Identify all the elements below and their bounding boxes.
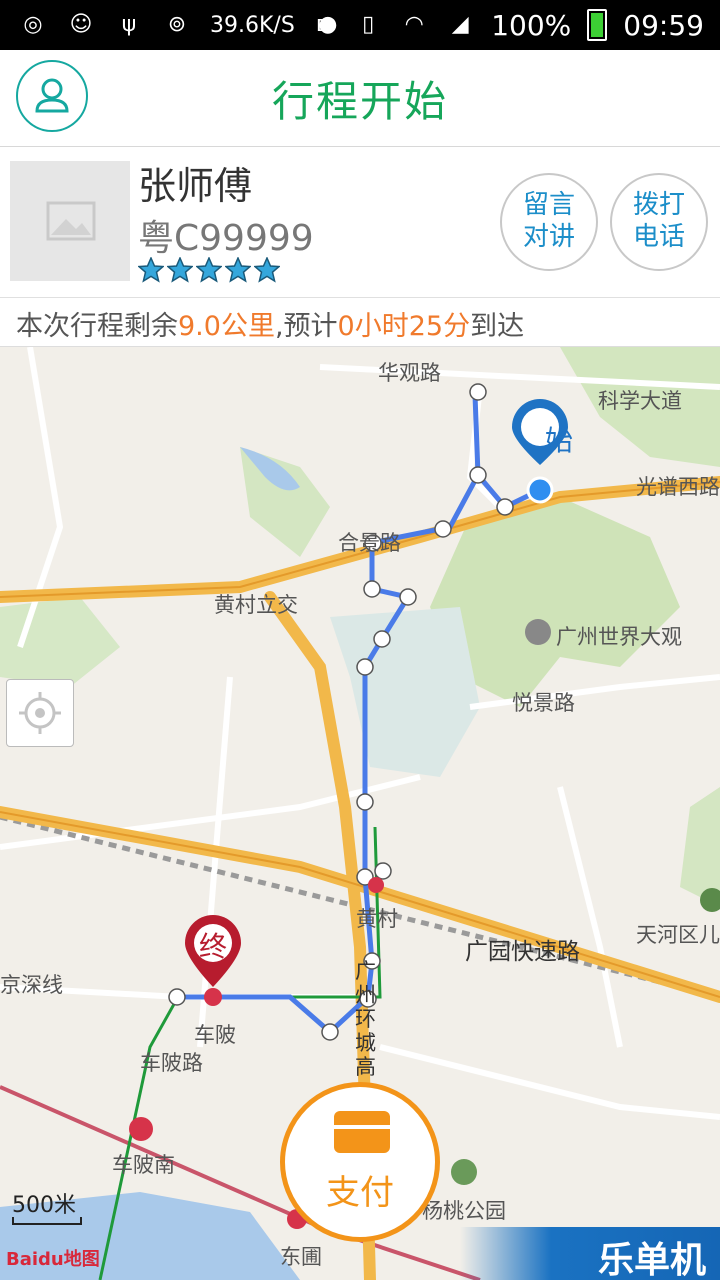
battery-icon — [587, 9, 608, 41]
vibrate-icon: ▯ — [362, 12, 375, 37]
star-icon — [167, 257, 193, 283]
label-dongpu: 东圃 — [280, 1245, 322, 1269]
message-button-line1: 留言 — [522, 190, 575, 220]
end-marker-label: 终 — [199, 930, 228, 963]
start-marker-label: 始 — [545, 424, 574, 457]
estimated-time: 0小时25分 — [337, 311, 471, 342]
trip-info-bar: 本次行程剩余9.0公里,预计0小时25分到达 — [0, 298, 720, 347]
star-icon — [225, 257, 251, 283]
label-hefang-road: 合景路 — [338, 531, 401, 555]
label-huangcun: 黄村 — [356, 907, 398, 931]
map-scale-label: 500米 — [12, 1193, 76, 1218]
network-speed: 39.6K/S — [210, 12, 295, 38]
map-scale-bar — [12, 1217, 82, 1225]
call-button-line2: 电话 — [632, 222, 685, 252]
remaining-distance: 9.0公里 — [178, 311, 275, 342]
battery-percent: 100% — [491, 8, 572, 42]
label-tianhe: 天河区儿 — [636, 923, 720, 947]
driver-card: 张师傅 粤C99999 留言 对讲 拨打 电话 — [0, 147, 720, 298]
trip-info-prefix: 本次行程剩余 — [16, 311, 178, 342]
label-huangcun-interchange: 黄村立交 — [214, 593, 298, 617]
hotspot-icon: ⊚ — [167, 12, 187, 37]
trip-info-suffix: 到达 — [470, 311, 525, 342]
pay-button-label: 支付 — [326, 1173, 394, 1213]
pay-button[interactable]: 支付 — [280, 1082, 440, 1242]
page-title: 行程开始 — [271, 77, 448, 126]
label-kexue-avenue: 科学大道 — [598, 389, 682, 413]
crosshair-icon — [19, 692, 61, 734]
usb-icon: ψ — [121, 12, 137, 37]
message-button-line2: 对讲 — [522, 222, 575, 252]
driver-name: 张师傅 — [138, 164, 253, 208]
label-yuejing-road: 悦景路 — [512, 691, 575, 715]
message-intercom-button[interactable]: 留言 对讲 — [500, 173, 598, 271]
call-button-line1: 拨打 — [632, 190, 685, 220]
wifi-icon: ◠ — [404, 12, 424, 37]
status-icons-left: ◎ ☺ ψ ⊚ 39.6K/S ● — [18, 0, 343, 50]
watermark-text: 乐单机 — [597, 1240, 706, 1280]
clock: 09:59 — [623, 8, 704, 42]
notification-icon: ☺ — [69, 12, 93, 37]
trip-info-text: 本次行程剩余9.0公里,预计0小时25分到达 — [16, 304, 524, 343]
label-world-park: 广州世界大观 — [556, 625, 682, 649]
star-icon — [254, 257, 280, 283]
baidu-map-logo: Baidu地图 — [6, 1249, 100, 1270]
bluetooth-icon: ʙ — [315, 12, 329, 37]
license-plate: 粤C99999 — [138, 218, 314, 259]
label-chebei-south: 车陂南 — [112, 1153, 175, 1177]
driver-photo — [10, 161, 130, 281]
label-guangpu-west: 光谱西路 — [636, 475, 720, 499]
star-icon — [196, 257, 222, 283]
label-huaguan-road: 华观路 — [378, 361, 441, 385]
map-view[interactable]: 始 终 华观路 科学大道 光谱西路 合景路 黄村立交 广州世界大观 悦景路 黄村… — [0, 347, 720, 1280]
star-icon — [138, 257, 164, 283]
trip-info-middle: ,预计 — [274, 311, 338, 342]
status-icons-right: ʙ ▯ ◠ ◢ 100% 09:59 — [307, 0, 704, 50]
label-chebei: 车陂 — [194, 1023, 236, 1047]
call-button[interactable]: 拨打 电话 — [610, 173, 708, 271]
gps-icon: ◎ — [23, 12, 43, 37]
watermark-banner: 乐单机 — [460, 1227, 720, 1280]
label-chebei-road: 车陂路 — [140, 1051, 203, 1075]
card-icon — [334, 1111, 390, 1153]
driver-rating — [138, 257, 280, 283]
label-huanchenggao: 广州环城高 — [355, 959, 376, 1079]
signal-icon: ◢ — [451, 12, 469, 37]
app-header: 行程开始 — [0, 50, 720, 147]
status-bar: ◎ ☺ ψ ⊚ 39.6K/S ● ʙ ▯ ◠ ◢ 100% 09:59 — [0, 0, 720, 50]
locate-button[interactable] — [6, 679, 74, 747]
label-guangyuan-expressway: 广园快速路 — [465, 939, 580, 965]
image-placeholder-icon — [46, 201, 96, 241]
label-jingshen-line: 京深线 — [0, 973, 63, 997]
